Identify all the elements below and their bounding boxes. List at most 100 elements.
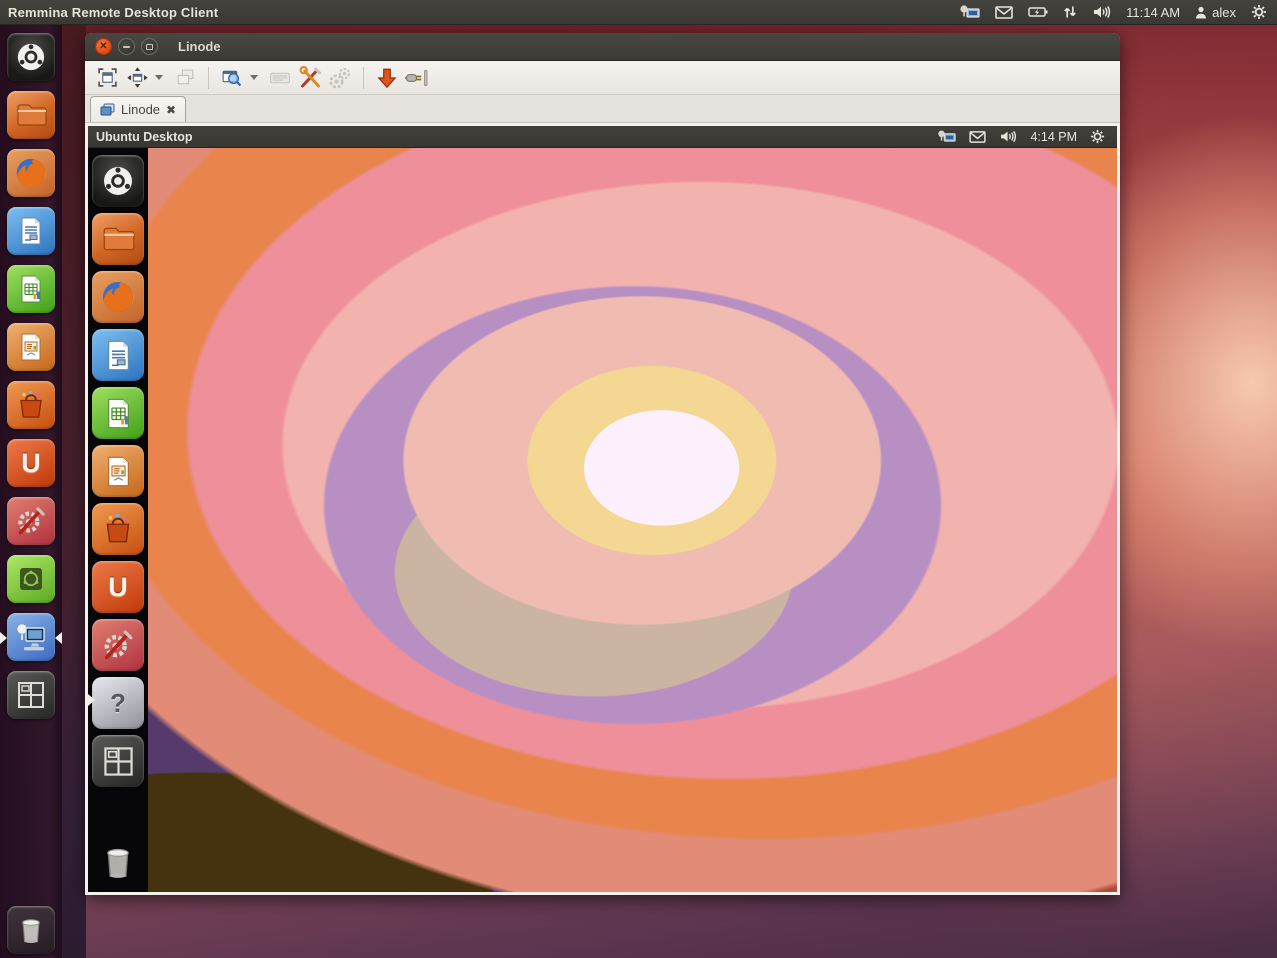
orange-down-arrow-icon bbox=[375, 66, 399, 90]
launcher-item-files[interactable] bbox=[7, 91, 55, 139]
launcher-item-system-settings[interactable] bbox=[7, 497, 55, 545]
window-minimize-button[interactable] bbox=[118, 38, 135, 55]
remote-launcher-item-files[interactable] bbox=[92, 213, 144, 265]
ubuntu-dash-icon bbox=[16, 42, 46, 72]
launcher-item-remmina[interactable] bbox=[7, 613, 55, 661]
launcher-item-workspace-switcher[interactable] bbox=[7, 671, 55, 719]
close-icon: ✕ bbox=[99, 42, 107, 52]
window-title: Linode bbox=[178, 39, 221, 54]
trash-icon bbox=[96, 840, 140, 884]
remote-unity-launcher: U ? bbox=[88, 148, 148, 892]
firefox-icon bbox=[12, 154, 50, 192]
remote-desktop-indicator-icon[interactable] bbox=[937, 129, 956, 144]
launcher-item-software-center[interactable] bbox=[7, 381, 55, 429]
remote-launcher-item-trash[interactable] bbox=[92, 836, 144, 888]
remote-desktop-canvas[interactable]: Ubuntu Desktop 4:14 PM bbox=[88, 126, 1117, 892]
workspace-switcher-icon bbox=[14, 678, 48, 712]
host-indicator-tray: 11:14 AM alex bbox=[959, 4, 1277, 20]
tab-label: Linode bbox=[121, 102, 160, 117]
remote-clock[interactable]: 4:14 PM bbox=[1030, 130, 1077, 144]
system-settings-icon bbox=[99, 626, 137, 664]
host-top-panel: Remmina Remote Desktop Client 11:14 AM a… bbox=[0, 0, 1277, 25]
tab-close-icon[interactable]: ✖ bbox=[166, 104, 176, 116]
remote-launcher-item-libreoffice-impress[interactable] bbox=[92, 445, 144, 497]
duplicate-connection-button bbox=[171, 64, 199, 92]
host-clock[interactable]: 11:14 AM bbox=[1126, 5, 1180, 20]
window-maximize-button[interactable] bbox=[141, 38, 158, 55]
fit-window-button[interactable] bbox=[123, 64, 151, 92]
remote-launcher-item-ubuntu-dash[interactable] bbox=[92, 155, 144, 207]
launcher-item-libreoffice-impress[interactable] bbox=[7, 323, 55, 371]
remote-launcher-item-libreoffice-calc[interactable] bbox=[92, 387, 144, 439]
session-gear-icon[interactable] bbox=[1251, 4, 1267, 20]
system-settings-icon bbox=[13, 503, 49, 539]
launcher-item-firefox[interactable] bbox=[7, 149, 55, 197]
remote-active-app-title: Ubuntu Desktop bbox=[88, 130, 193, 144]
files-folder-icon bbox=[13, 97, 49, 133]
fit-window-icon bbox=[126, 66, 149, 89]
volume-indicator-icon[interactable] bbox=[1092, 5, 1111, 19]
remote-launcher-item-system-settings[interactable] bbox=[92, 619, 144, 671]
ubuntu-green-icon bbox=[14, 562, 48, 596]
zoom-window-button[interactable] bbox=[218, 64, 246, 92]
user-menu[interactable]: alex bbox=[1195, 5, 1236, 20]
libreoffice-impress-icon bbox=[14, 330, 48, 364]
workspace-switcher-icon bbox=[100, 743, 137, 780]
user-icon bbox=[1195, 6, 1207, 19]
toolbar-separator bbox=[208, 67, 209, 89]
maximize-icon bbox=[146, 44, 153, 50]
zoom-window-icon bbox=[220, 66, 244, 89]
disconnect-button[interactable] bbox=[403, 64, 432, 92]
fit-window-dropdown-caret[interactable] bbox=[155, 75, 163, 80]
tab-linode[interactable]: Linode ✖ bbox=[90, 96, 186, 122]
running-indicator-arrow bbox=[0, 632, 7, 644]
session-gear-icon[interactable] bbox=[1090, 129, 1105, 144]
disconnect-plug-icon bbox=[403, 66, 432, 90]
minimize-to-tray-button[interactable] bbox=[373, 64, 401, 92]
ubuntu-dash-icon bbox=[102, 165, 134, 197]
remote-launcher-item-unknown-window[interactable]: ? bbox=[92, 677, 144, 729]
connection-tools-button[interactable] bbox=[296, 64, 324, 92]
user-name: alex bbox=[1212, 5, 1236, 20]
trash-icon bbox=[13, 912, 49, 948]
mail-indicator-icon[interactable] bbox=[995, 6, 1013, 19]
launcher-item-ubuntu-green[interactable] bbox=[7, 555, 55, 603]
host-unity-launcher: U bbox=[0, 25, 62, 958]
launcher-item-ubuntu-one[interactable]: U bbox=[7, 439, 55, 487]
libreoffice-writer-icon bbox=[100, 337, 137, 374]
window-titlebar[interactable]: ✕ Linode bbox=[85, 33, 1120, 61]
remote-desktop-indicator-icon[interactable] bbox=[959, 4, 980, 20]
libreoffice-impress-icon bbox=[100, 453, 137, 490]
launcher-item-ubuntu-dash[interactable] bbox=[7, 33, 55, 81]
ubuntu-one-icon: U bbox=[21, 448, 41, 479]
window-close-button[interactable]: ✕ bbox=[95, 38, 112, 55]
duplicate-connection-icon bbox=[174, 66, 197, 89]
desktop: { "host_panel": { "title": "Remmina Remo… bbox=[0, 0, 1277, 958]
libreoffice-calc-icon bbox=[100, 395, 137, 432]
keyboard-icon bbox=[268, 66, 292, 89]
remote-launcher-item-software-center[interactable] bbox=[92, 503, 144, 555]
remote-launcher-item-firefox[interactable] bbox=[92, 271, 144, 323]
minimize-icon bbox=[123, 46, 130, 48]
launcher-item-libreoffice-calc[interactable] bbox=[7, 265, 55, 313]
fullscreen-button[interactable] bbox=[93, 64, 121, 92]
grab-keyboard-button bbox=[266, 64, 294, 92]
remmina-icon bbox=[13, 619, 49, 655]
remote-launcher-item-libreoffice-writer[interactable] bbox=[92, 329, 144, 381]
mail-indicator-icon[interactable] bbox=[969, 131, 986, 143]
battery-indicator-icon[interactable] bbox=[1028, 6, 1048, 18]
focused-indicator-arrow bbox=[55, 632, 62, 644]
network-traffic-indicator-icon[interactable] bbox=[1063, 5, 1077, 19]
active-app-title: Remmina Remote Desktop Client bbox=[0, 5, 218, 20]
launcher-item-trash[interactable] bbox=[7, 906, 55, 954]
remote-launcher-item-ubuntu-one[interactable]: U bbox=[92, 561, 144, 613]
tools-icon bbox=[298, 65, 323, 90]
remote-launcher-item-workspace-switcher[interactable] bbox=[92, 735, 144, 787]
unknown-window-icon: ? bbox=[110, 688, 126, 719]
launcher-item-libreoffice-writer[interactable] bbox=[7, 207, 55, 255]
remote-desktop-wallpaper[interactable] bbox=[148, 148, 1117, 892]
toolbar-separator bbox=[363, 67, 364, 89]
zoom-window-dropdown-caret[interactable] bbox=[250, 75, 258, 80]
volume-indicator-icon[interactable] bbox=[999, 130, 1017, 143]
remote-top-panel[interactable]: Ubuntu Desktop 4:14 PM bbox=[88, 126, 1117, 148]
